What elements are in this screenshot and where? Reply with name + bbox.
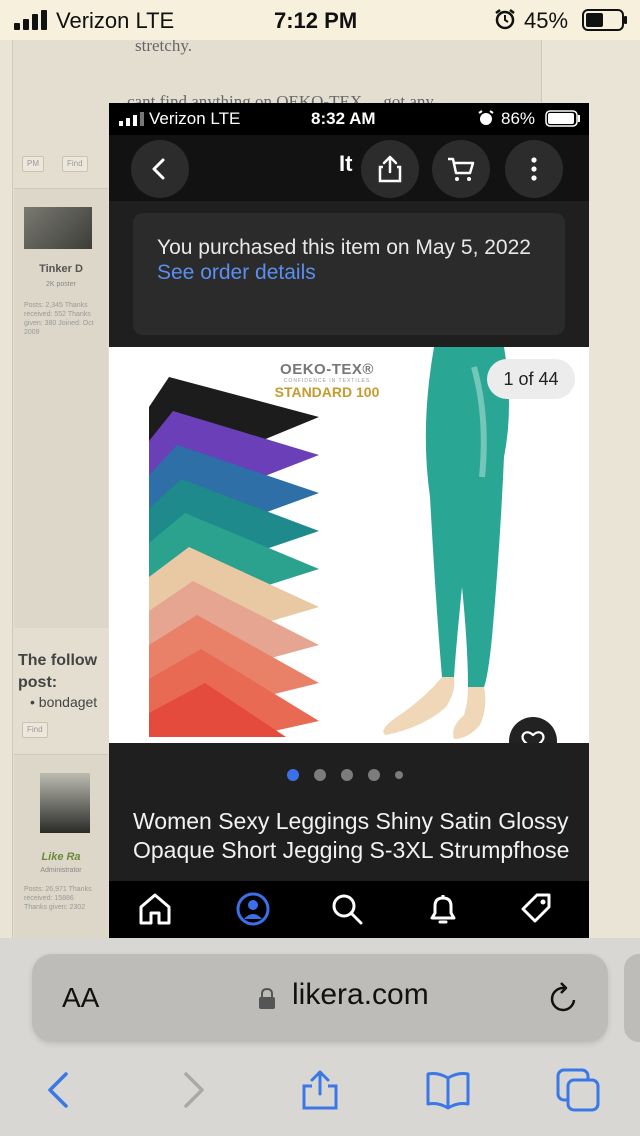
bottom-tab-bar xyxy=(109,881,589,938)
reader-options-button[interactable]: AA xyxy=(62,982,99,1014)
find-button[interactable]: Find xyxy=(62,156,88,172)
bookmarks-icon[interactable] xyxy=(426,1068,470,1112)
embedded-screenshot[interactable]: Verizon LTE 8:32 AM 86% It You purchased… xyxy=(109,103,589,938)
post-snippet: stretchy. xyxy=(135,40,192,55)
tabs-icon[interactable] xyxy=(556,1068,600,1112)
heart-icon xyxy=(521,731,545,743)
user-rank: 2K poster xyxy=(46,281,76,288)
search-icon xyxy=(332,894,363,925)
purchase-notice-text: You purchased this item on May 5, 2022 xyxy=(157,236,531,259)
username[interactable]: Tinker D xyxy=(14,263,108,275)
inner-status-bar: Verizon LTE 8:32 AM 86% xyxy=(109,103,589,135)
lock-icon xyxy=(259,988,275,1009)
user-stats: Posts: 26,971 Thanks received: 15886 Tha… xyxy=(24,886,92,911)
avatar[interactable] xyxy=(40,773,90,833)
clock: 7:12 PM xyxy=(274,8,358,33)
image-counter: 1 of 44 xyxy=(487,359,575,399)
share-icon xyxy=(378,155,402,183)
battery-icon xyxy=(582,9,627,31)
signal-icon xyxy=(119,112,144,126)
fabric-swatches-image xyxy=(149,377,319,737)
share-button[interactable] xyxy=(361,140,419,198)
cart-button[interactable] xyxy=(432,140,490,198)
carousel-dot[interactable] xyxy=(368,769,380,781)
cart-icon xyxy=(448,157,475,181)
share-icon[interactable] xyxy=(298,1068,342,1112)
device-status-bar: Verizon LTE 7:12 PM 45% xyxy=(0,0,640,40)
leggings-model-image xyxy=(383,347,509,739)
purchase-notice: You purchased this item on May 5, 2022 S… xyxy=(133,213,565,335)
user-rank: Administrator xyxy=(40,867,82,874)
profile-icon xyxy=(236,892,270,926)
alarm-icon xyxy=(495,9,515,30)
notifications-icon xyxy=(430,895,456,924)
carrier-label: Verizon LTE xyxy=(149,109,241,128)
page-title: It xyxy=(339,151,353,176)
carrier-label: Verizon LTE xyxy=(56,8,175,33)
more-button[interactable] xyxy=(505,140,563,198)
item-title: Women Sexy Leggings Shiny Satin Glossy O… xyxy=(133,808,570,863)
more-icon xyxy=(531,157,537,181)
browser-toolbar: AA likera.com xyxy=(0,938,640,1136)
avatar[interactable] xyxy=(24,207,92,249)
alarm-icon xyxy=(478,110,494,125)
carousel-dot[interactable] xyxy=(341,769,353,781)
item-top-nav: It xyxy=(109,135,589,201)
product-image[interactable]: OEKO-TEX® CONFIDENCE IN TEXTILES STANDAR… xyxy=(109,347,589,743)
username[interactable]: Like Ra xyxy=(14,851,108,863)
tab-notifications[interactable] xyxy=(425,891,461,927)
url-text[interactable]: likera.com xyxy=(292,978,429,1012)
reload-icon[interactable] xyxy=(548,980,580,1016)
selling-icon xyxy=(521,893,551,923)
back-button[interactable] xyxy=(131,140,189,198)
find-button-2[interactable]: Find xyxy=(22,722,48,738)
carousel-dot[interactable] xyxy=(287,769,299,781)
next-tab-peek[interactable] xyxy=(624,954,640,1042)
back-icon xyxy=(152,158,165,180)
battery-percent: 86% xyxy=(501,109,536,128)
carousel-dot[interactable] xyxy=(395,771,403,779)
tab-selling[interactable] xyxy=(519,891,555,927)
forward-arrow-icon[interactable] xyxy=(170,1068,214,1112)
home-icon xyxy=(139,893,171,925)
signal-icon xyxy=(14,10,47,30)
user-card-1: Tinker D 2K poster Posts: 2,345 Thanks r… xyxy=(14,188,108,628)
address-bar[interactable]: AA likera.com xyxy=(32,954,608,1042)
follow-user-link[interactable]: • bondaget xyxy=(30,694,97,710)
order-details-link[interactable]: See order details xyxy=(157,260,541,285)
tab-home[interactable] xyxy=(137,891,173,927)
clock: 8:32 AM xyxy=(311,109,376,128)
carousel-dot[interactable] xyxy=(314,769,326,781)
follow-heading: The follow post: xyxy=(18,652,98,691)
back-arrow-icon[interactable] xyxy=(38,1068,82,1112)
tab-my-ebay[interactable] xyxy=(235,891,271,927)
battery-percent: 45% xyxy=(524,8,569,33)
pm-button[interactable]: PM xyxy=(22,156,44,172)
user-card-2: Like Ra Administrator Posts: 26,971 Than… xyxy=(14,754,108,938)
user-stats: Posts: 2,345 Thanks received: 552 Thanks… xyxy=(24,302,94,336)
tab-search[interactable] xyxy=(329,891,365,927)
battery-icon xyxy=(545,110,580,127)
